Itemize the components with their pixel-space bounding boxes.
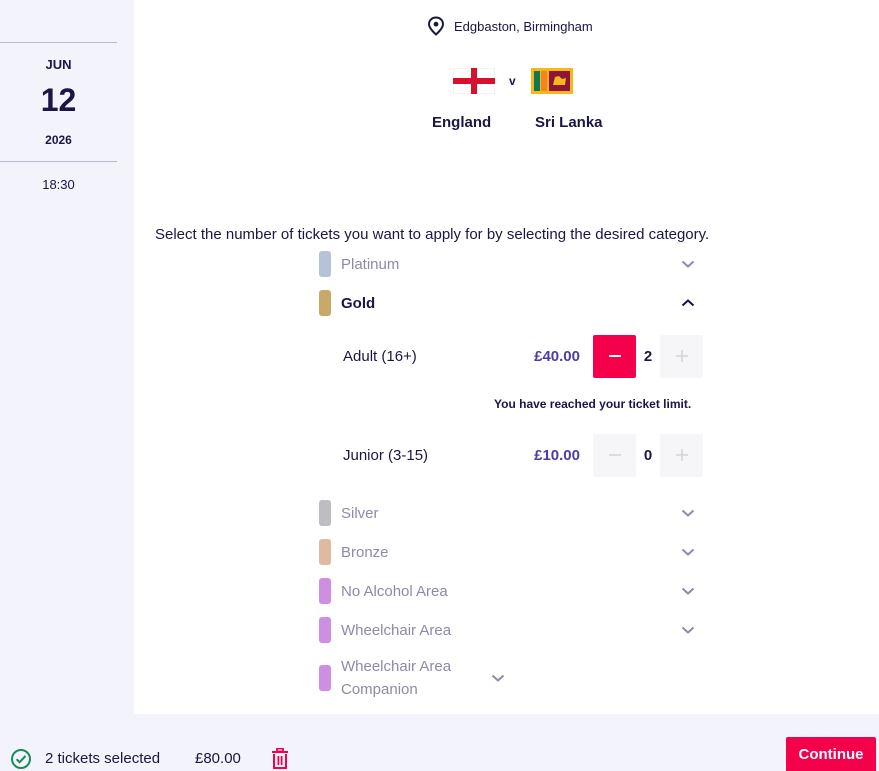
ticket-limit-message: You have reached your ticket limit.	[494, 397, 692, 411]
category-color-chip	[319, 539, 331, 565]
venue: Edgbaston, Birmingham	[427, 16, 593, 36]
event-year: 2026	[45, 133, 72, 147]
ticket-row-adult: Adult (16+) £40.00 2	[343, 334, 703, 378]
category-color-chip	[319, 251, 331, 277]
chevron-down-icon[interactable]	[681, 259, 695, 269]
match-flags: v	[453, 68, 573, 94]
category-label: Gold	[341, 294, 376, 312]
home-team: England	[432, 114, 492, 131]
event-day: 12	[40, 82, 77, 118]
increment-button[interactable]	[660, 334, 703, 378]
chevron-down-icon[interactable]	[681, 508, 695, 518]
category-label: Bronze	[341, 543, 389, 561]
venue-name: Edgbaston, Birmingham	[454, 18, 593, 34]
check-circle-icon	[11, 749, 31, 769]
event-month: JUN	[45, 57, 72, 72]
decrement-button[interactable]	[593, 334, 636, 378]
chevron-down-icon[interactable]	[681, 547, 695, 557]
category-no-alcohol-area[interactable]: No Alcohol Area	[319, 578, 709, 604]
ticket-quantity: 0	[643, 446, 653, 464]
category-silver[interactable]: Silver	[319, 500, 709, 526]
divider	[0, 161, 117, 162]
category-bronze[interactable]: Bronze	[319, 539, 709, 565]
category-label: Silver	[341, 504, 379, 522]
divider	[0, 42, 117, 43]
tickets-selected-count: 2 tickets selected	[45, 750, 161, 767]
category-gold[interactable]: Gold	[319, 290, 709, 316]
category-platinum[interactable]: Platinum	[319, 251, 709, 277]
chevron-up-icon[interactable]	[681, 298, 695, 308]
category-wheelchair-area-companion[interactable]: Wheelchair Area Companion	[319, 655, 709, 701]
versus-label: v	[509, 74, 516, 88]
category-label: No Alcohol Area	[341, 582, 448, 600]
category-label: Platinum	[341, 255, 400, 273]
category-color-chip	[319, 665, 331, 691]
ticket-instructions: Select the number of tickets you want to…	[155, 226, 710, 243]
category-color-chip	[319, 290, 331, 316]
chevron-down-icon[interactable]	[681, 586, 695, 596]
map-pin-icon	[427, 16, 445, 36]
ticket-price: £40.00	[534, 347, 580, 365]
minus-icon	[608, 454, 621, 456]
ticket-type-label: Adult (16+)	[343, 347, 417, 365]
chevron-down-icon[interactable]	[681, 625, 695, 635]
total-price: £80.00	[195, 750, 241, 767]
category-label: Wheelchair Area	[341, 621, 452, 639]
category-color-chip	[319, 500, 331, 526]
category-color-chip	[319, 578, 331, 604]
category-color-chip	[319, 617, 331, 643]
decrement-button[interactable]	[593, 433, 636, 477]
chevron-down-icon[interactable]	[491, 673, 505, 683]
category-wheelchair-area[interactable]: Wheelchair Area	[319, 617, 709, 643]
event-time: 18:30	[42, 177, 75, 192]
plus-icon	[675, 449, 688, 461]
ticket-row-junior: Junior (3-15) £10.00 0	[343, 433, 703, 477]
event-date-sidebar: JUN 12 2026 18:30	[0, 0, 134, 714]
category-label: Wheelchair Area Companion	[341, 658, 452, 698]
away-team: Sri Lanka	[535, 114, 603, 131]
increment-button[interactable]	[660, 433, 703, 477]
minus-icon	[608, 355, 621, 357]
continue-button[interactable]: Continue	[786, 737, 876, 771]
ticket-type-label: Junior (3-15)	[343, 446, 429, 464]
england-flag-icon	[453, 68, 495, 94]
ticket-price: £10.00	[534, 446, 580, 464]
plus-icon	[675, 350, 688, 362]
ticket-quantity: 2	[643, 347, 653, 365]
sri-lanka-flag-icon	[530, 68, 573, 94]
trash-icon[interactable]	[270, 748, 290, 770]
